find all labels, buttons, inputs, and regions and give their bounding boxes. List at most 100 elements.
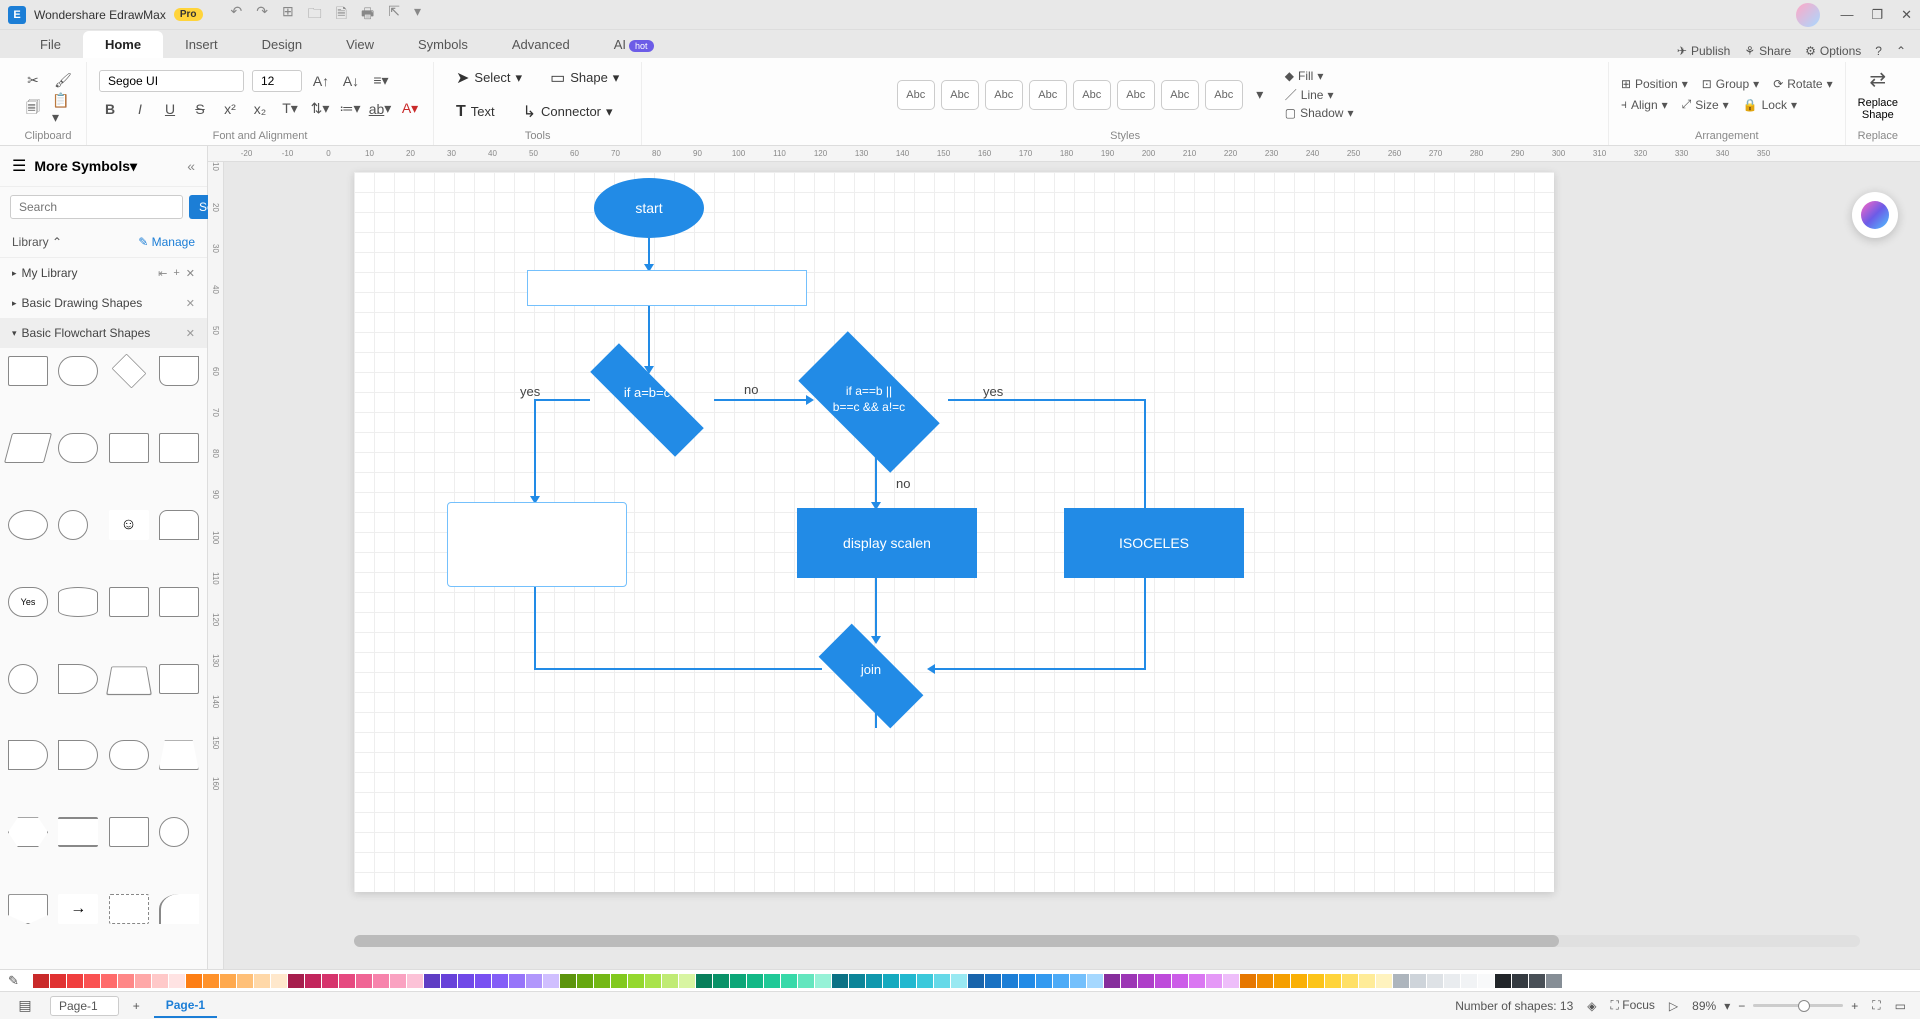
shape-arc[interactable] <box>159 894 199 924</box>
connector[interactable] <box>930 668 1146 670</box>
copy-icon[interactable]: 🗐 <box>22 98 44 120</box>
color-swatch[interactable] <box>220 974 236 988</box>
color-swatch[interactable] <box>441 974 457 988</box>
color-swatch[interactable] <box>1155 974 1171 988</box>
subscript-icon[interactable]: x₂ <box>249 98 271 120</box>
color-swatch[interactable] <box>798 974 814 988</box>
color-swatch[interactable] <box>594 974 610 988</box>
color-swatch[interactable] <box>1546 974 1562 988</box>
color-swatch[interactable] <box>968 974 984 988</box>
flowchart-decision-1[interactable] <box>590 343 704 457</box>
color-swatch[interactable] <box>1087 974 1103 988</box>
style-preset-2[interactable]: Abc <box>941 80 979 110</box>
rotate-button[interactable]: ⟳ Rotate ▾ <box>1773 77 1832 91</box>
shape-predefined[interactable] <box>109 433 149 463</box>
flowchart-process-isoceles[interactable]: ISOCELES <box>1064 508 1244 578</box>
tab-home[interactable]: Home <box>83 31 163 58</box>
shape-subroutine[interactable] <box>159 433 199 463</box>
undo-icon[interactable]: ↶ <box>231 3 243 27</box>
lock-button[interactable]: 🔒 Lock ▾ <box>1743 98 1797 112</box>
minimize-icon[interactable]: — <box>1840 7 1853 23</box>
export-icon[interactable]: ⇱ <box>388 3 400 27</box>
fill-button[interactable]: ◆ Fill ▾ <box>1285 69 1354 83</box>
color-swatch[interactable] <box>1512 974 1528 988</box>
color-swatch[interactable] <box>492 974 508 988</box>
color-swatch[interactable] <box>764 974 780 988</box>
shape-terminator[interactable] <box>58 433 98 463</box>
color-swatch[interactable] <box>101 974 117 988</box>
shape-display[interactable] <box>8 740 48 770</box>
eyedropper-icon[interactable]: ✎ <box>8 973 28 989</box>
color-swatch[interactable] <box>1257 974 1273 988</box>
color-swatch[interactable] <box>118 974 134 988</box>
line-button[interactable]: ／ Line ▾ <box>1285 86 1354 103</box>
color-swatch[interactable] <box>900 974 916 988</box>
drawing-page[interactable]: start if a=b=c if a==b ||b==c && a!=c di… <box>354 172 1554 892</box>
color-swatch[interactable] <box>1461 974 1477 988</box>
color-swatch[interactable] <box>1291 974 1307 988</box>
tab-advanced[interactable]: Advanced <box>490 31 592 58</box>
text-tool[interactable]: TText <box>446 99 505 125</box>
fit-icon[interactable]: ▭ <box>1895 999 1906 1013</box>
color-swatch[interactable] <box>152 974 168 988</box>
color-swatch[interactable] <box>356 974 372 988</box>
shrink-font-icon[interactable]: A↓ <box>340 70 362 92</box>
shape-database[interactable] <box>58 587 98 617</box>
shape-tool[interactable]: ▭Shape ▾ <box>540 64 629 92</box>
paste-icon[interactable]: 📋▾ <box>52 98 74 120</box>
italic-icon[interactable]: I <box>129 98 151 120</box>
color-swatch[interactable] <box>934 974 950 988</box>
color-swatch[interactable] <box>1495 974 1511 988</box>
save-icon[interactable]: 🗎 <box>336 3 347 27</box>
shape-note[interactable] <box>109 894 149 924</box>
category-basic-flowchart[interactable]: ▾Basic Flowchart Shapes ✕ <box>0 318 207 348</box>
color-swatch[interactable] <box>322 974 338 988</box>
connector[interactable] <box>875 578 877 642</box>
panel-menu-icon[interactable]: ☰ <box>12 156 26 176</box>
shape-arrow[interactable]: → <box>58 894 98 924</box>
focus-button[interactable]: ⛶ Focus <box>1611 998 1655 1013</box>
color-swatch[interactable] <box>679 974 695 988</box>
share-button[interactable]: ⚘Share <box>1744 44 1791 58</box>
library-label[interactable]: Library ⌃ <box>12 235 138 249</box>
color-swatch[interactable] <box>815 974 831 988</box>
shape-rounded[interactable] <box>58 356 98 386</box>
color-swatch[interactable] <box>50 974 66 988</box>
canvas-h-scrollbar[interactable] <box>354 935 1860 947</box>
shape-parallel[interactable] <box>58 817 98 847</box>
color-swatch[interactable] <box>951 974 967 988</box>
shape-offpage[interactable] <box>8 894 48 924</box>
color-swatch[interactable] <box>1308 974 1324 988</box>
color-swatch[interactable] <box>424 974 440 988</box>
print-icon[interactable]: 🖶 <box>361 3 374 27</box>
shape-user[interactable] <box>159 510 199 540</box>
color-swatch[interactable] <box>509 974 525 988</box>
ai-fab-button[interactable] <box>1852 192 1898 238</box>
color-swatch[interactable] <box>1478 974 1494 988</box>
color-swatch[interactable] <box>628 974 644 988</box>
cut-icon[interactable]: ✂ <box>22 70 44 92</box>
superscript-icon[interactable]: x² <box>219 98 241 120</box>
page-tab-1[interactable]: Page-1 <box>154 994 217 1018</box>
fontsize-select[interactable]: 12 <box>252 70 302 92</box>
shape-delay[interactable] <box>58 740 98 770</box>
linespace-icon[interactable]: ⇅▾ <box>309 98 331 120</box>
align-button[interactable]: ⫞ Align ▾ <box>1621 97 1668 112</box>
open-icon[interactable]: 🗀 <box>308 3 322 27</box>
color-swatch[interactable] <box>1240 974 1256 988</box>
connector[interactable] <box>1144 578 1146 668</box>
add-icon[interactable]: + <box>173 267 179 280</box>
color-swatch[interactable] <box>1121 974 1137 988</box>
color-swatch[interactable] <box>1223 974 1239 988</box>
shape-process[interactable] <box>8 356 48 386</box>
shadow-button[interactable]: ▢ Shadow ▾ <box>1285 106 1354 120</box>
color-swatch[interactable] <box>373 974 389 988</box>
format-painter-icon[interactable]: 🖌 <box>52 70 74 92</box>
styles-more-icon[interactable]: ▾ <box>1249 84 1271 106</box>
connector[interactable] <box>534 399 536 502</box>
color-swatch[interactable] <box>1427 974 1443 988</box>
flowchart-process-1[interactable] <box>527 270 807 306</box>
color-swatch[interactable] <box>543 974 559 988</box>
color-swatch[interactable] <box>985 974 1001 988</box>
color-swatch[interactable] <box>866 974 882 988</box>
